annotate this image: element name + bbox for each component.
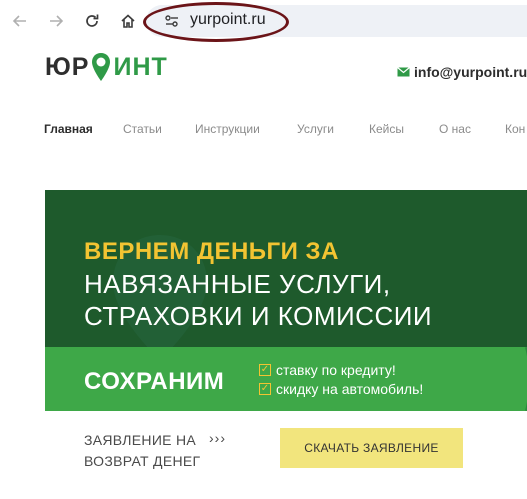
reload-icon[interactable] [80, 9, 104, 33]
logo-text-right: ИНТ [113, 52, 168, 81]
check-item-label: скидку на автомобиль! [276, 381, 424, 397]
menu-item-instructions[interactable]: Инструкции [195, 122, 260, 136]
site-logo[interactable]: ЮР ИНТ [45, 52, 168, 82]
menu-item-contacts[interactable]: Кон [505, 122, 525, 136]
menu-item-cases[interactable]: Кейсы [369, 122, 404, 136]
check-item-label: ставку по кредиту! [276, 362, 396, 378]
forward-arrow-icon[interactable] [44, 9, 68, 33]
banner-headline-line3: СТРАХОВКИ И КОМИССИИ [84, 301, 433, 331]
home-icon[interactable] [116, 9, 140, 33]
email-text: info@yurpoint.ru [414, 64, 527, 80]
check-item-rate: ✓ ставку по кредиту! [259, 362, 396, 378]
checkbox-icon: ✓ [259, 364, 271, 376]
main-menu: Главная Статьи Инструкции Услуги Кейсы О… [0, 122, 527, 138]
menu-item-about[interactable]: О нас [439, 122, 471, 136]
envelope-icon [397, 67, 410, 77]
check-item-discount: ✓ скидку на автомобиль! [259, 381, 423, 397]
banner-headline-yellow: ВЕРНЕМ ДЕНЬГИ ЗА [84, 238, 339, 265]
contact-email[interactable]: info@yurpoint.ru [397, 64, 527, 80]
highlight-ellipse [143, 2, 289, 42]
download-claim-button[interactable]: СКАЧАТЬ ЗАЯВЛЕНИЕ [280, 428, 463, 468]
banner-save-word: СОХРАНИМ [84, 368, 225, 395]
browser-toolbar: yurpoint.ru [0, 0, 527, 42]
claim-line1: ЗАЯВЛЕНИЕ НА [84, 432, 197, 448]
menu-item-services[interactable]: Услуги [297, 122, 334, 136]
decorative-curve [525, 347, 527, 411]
logo-text-left: ЮР [45, 52, 90, 81]
back-arrow-icon[interactable] [8, 9, 32, 33]
menu-item-articles[interactable]: Статьи [123, 122, 162, 136]
checkbox-icon: ✓ [259, 383, 271, 395]
map-pin-icon [92, 53, 111, 81]
chevrons-right-icon: ››› [209, 430, 226, 446]
claim-line2: ВОЗВРАТ ДЕНЕГ [84, 453, 201, 469]
banner-headline-line2: НАВЯЗАННЫЕ УСЛУГИ, [84, 269, 391, 299]
menu-item-home[interactable]: Главная [44, 122, 93, 136]
claim-text: ЗАЯВЛЕНИЕ НА ВОЗВРАТ ДЕНЕГ [84, 430, 200, 472]
